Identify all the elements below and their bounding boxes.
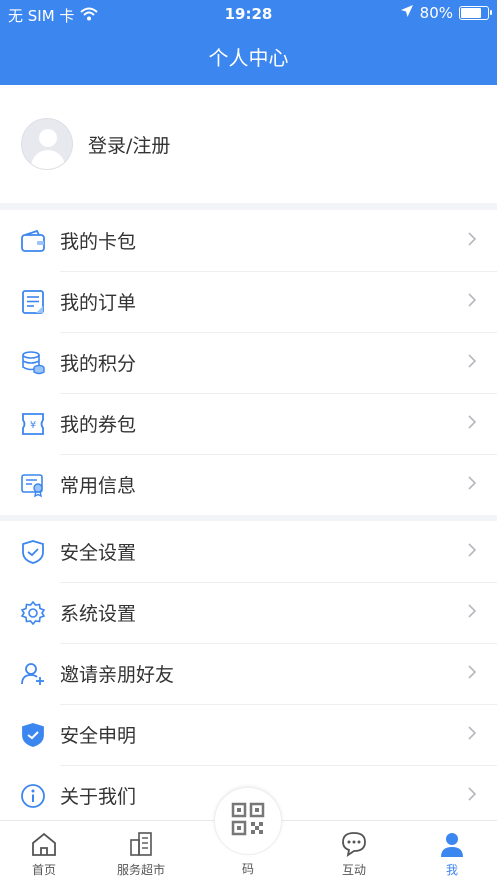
tab-me[interactable]: 我 [412,821,492,883]
status-bar: 无 SIM 卡 19:28 80% [0,0,497,28]
chevron-right-icon [467,542,477,562]
menu-item-label: 安全申明 [60,725,137,747]
qr-code-icon [231,802,265,840]
battery-icon [459,6,492,20]
page-title: 个人中心 [208,46,289,70]
menu-item-invite-friends[interactable]: 邀请亲朋好友 [0,643,497,704]
menu-item-common-info[interactable]: 常用信息 [0,454,497,515]
tab-label: 首页 [31,863,56,877]
menu-item-points[interactable]: 我的积分 [0,332,497,393]
certificate-icon [19,471,47,499]
tab-label: 我 [445,863,458,877]
tab-label: 服务超市 [116,863,165,877]
menu-item-label: 我的积分 [60,353,137,375]
menu-item-label: 我的卡包 [60,231,137,253]
chevron-right-icon [467,292,477,312]
location-arrow-icon [400,4,414,22]
menu-item-label: 安全设置 [60,542,137,564]
coupon-icon: ¥ [19,410,47,438]
user-icon [438,829,466,859]
shield-check-icon [19,721,47,749]
tab-home[interactable]: 首页 [4,821,84,883]
tab-label: 互动 [341,863,366,877]
menu-group-account: 我的卡包 我的订单 我的积分 ¥ 我的券包 常用信息 [0,210,497,515]
tab-services[interactable]: 服务超市 [101,821,181,883]
gear-icon [19,599,47,627]
menu-item-label: 我的订单 [60,292,137,314]
tab-interact[interactable]: 互动 [314,821,394,883]
chat-bubble-icon [340,829,368,859]
chevron-right-icon [467,231,477,251]
home-icon [30,829,58,859]
add-user-icon [19,660,47,688]
chevron-right-icon [467,725,477,745]
shield-icon [19,538,47,566]
menu-item-label: 我的券包 [60,414,137,436]
buildings-icon [127,829,155,859]
nav-bar: 个人中心 [0,28,497,85]
info-icon [19,782,47,810]
chevron-right-icon [467,786,477,806]
tab-label-code: 码 [241,862,254,876]
chevron-right-icon [467,414,477,434]
menu-item-coupons[interactable]: ¥ 我的券包 [0,393,497,454]
menu-item-card-wallet[interactable]: 我的卡包 [0,210,497,271]
login-register-link[interactable]: 登录/注册 [88,131,170,158]
chevron-right-icon [467,603,477,623]
menu-item-label: 系统设置 [60,603,137,625]
chevron-right-icon [467,475,477,495]
svg-text:¥: ¥ [30,420,36,431]
chevron-right-icon [467,664,477,684]
menu-group-settings: 安全设置 系统设置 邀请亲朋好友 安全申明 关于我们 [0,521,497,826]
avatar [21,118,73,170]
order-list-icon [19,288,47,316]
menu-item-security-statement[interactable]: 安全申明 [0,704,497,765]
battery-percent: 80% [419,4,453,22]
menu-item-orders[interactable]: 我的订单 [0,271,497,332]
profile-login-row[interactable]: 登录/注册 [0,85,497,203]
menu-item-label: 常用信息 [60,475,137,497]
tab-qr-code[interactable] [214,787,282,855]
menu-item-label: 邀请亲朋好友 [60,664,175,686]
coins-stack-icon [19,349,47,377]
chevron-right-icon [467,353,477,373]
menu-item-security-settings[interactable]: 安全设置 [0,521,497,582]
menu-item-system-settings[interactable]: 系统设置 [0,582,497,643]
wallet-icon [19,227,47,255]
